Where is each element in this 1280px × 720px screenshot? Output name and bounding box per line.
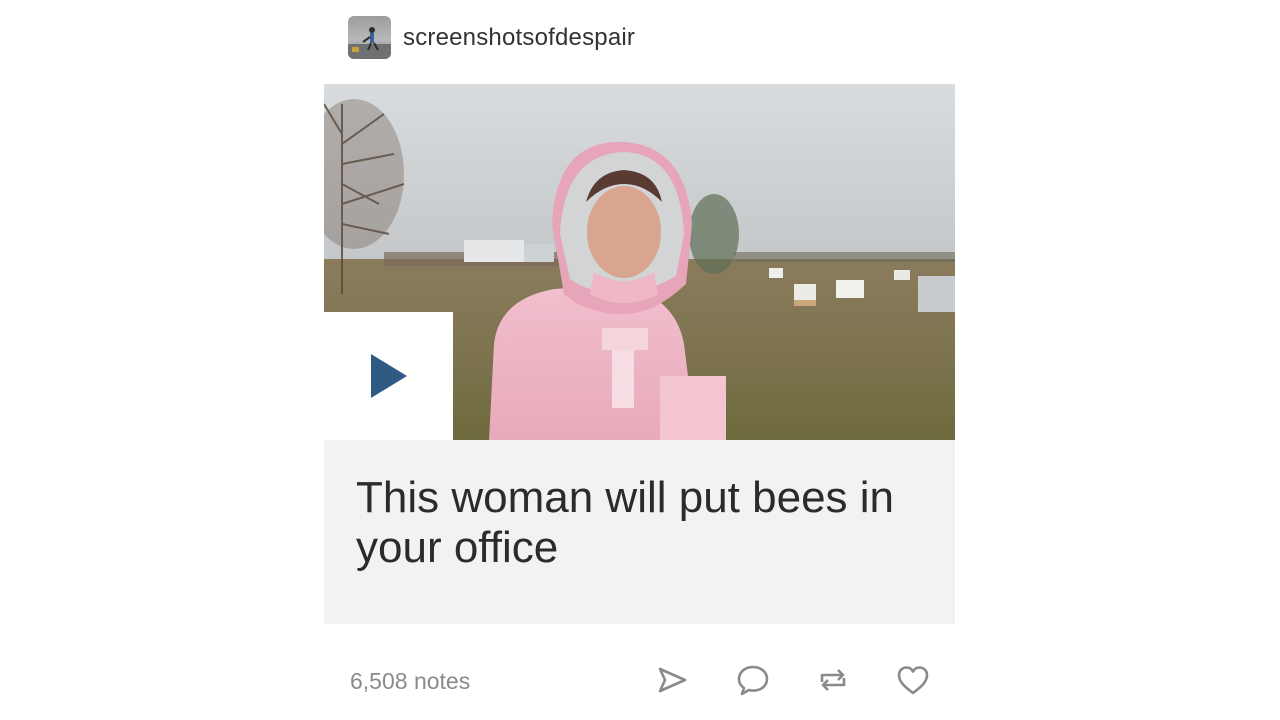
reblog-icon[interactable] (815, 662, 851, 698)
avatar-image (348, 27, 391, 59)
post-caption: This woman will put bees in your office (356, 473, 895, 572)
video-thumbnail[interactable] (324, 84, 955, 440)
username[interactable]: screenshotsofdespair (403, 24, 635, 52)
post-header: screenshotsofdespair (348, 16, 635, 59)
post-footer: 6,508 notes (348, 660, 938, 700)
link-caption-box[interactable]: This woman will put bees in your office (324, 440, 955, 624)
play-icon (370, 354, 407, 398)
reply-icon[interactable] (735, 662, 771, 698)
avatar[interactable] (348, 16, 391, 59)
notes-count[interactable]: 6,508 notes (350, 668, 470, 695)
heart-icon[interactable] (895, 662, 931, 698)
send-icon[interactable] (654, 662, 690, 698)
play-button[interactable] (324, 312, 453, 440)
